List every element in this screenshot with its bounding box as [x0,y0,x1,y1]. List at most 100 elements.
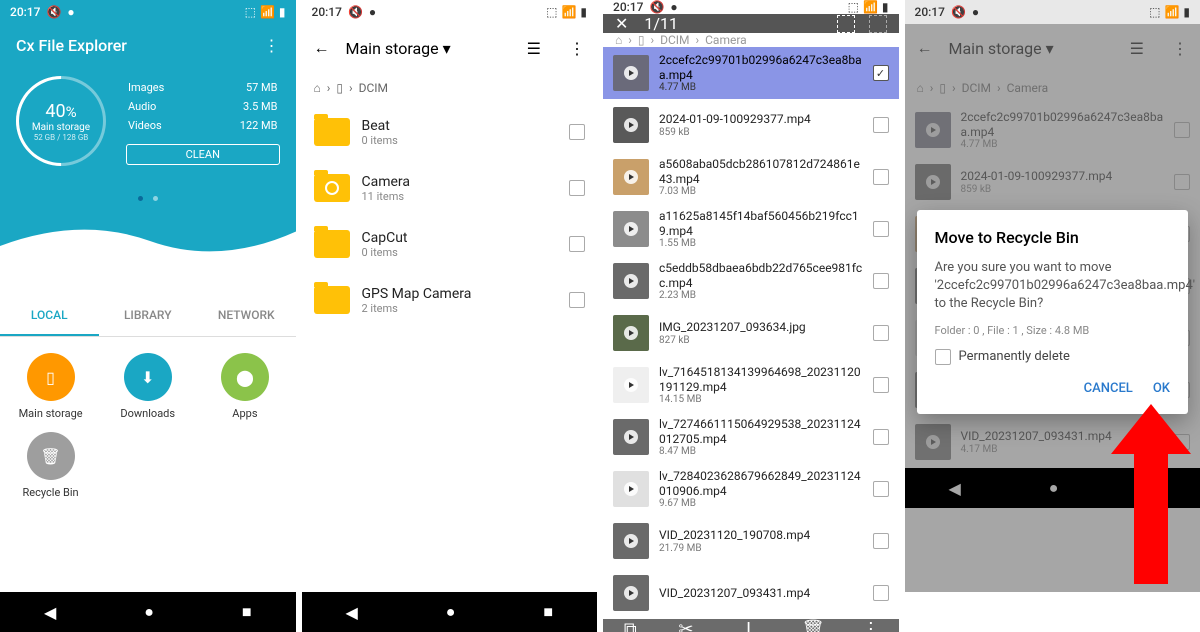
clean-button[interactable]: CLEAN [126,144,280,165]
nav-home-icon[interactable]: ● [446,602,456,622]
action-more[interactable]: ⋮More [859,619,882,632]
action-bar: ⧉Copy ✂Move IRename 🗑Delete ⋮More [603,619,899,632]
file-name: 2024-01-09-100929377.mp4 [659,112,863,126]
action-copy[interactable]: ⧉Copy [619,619,642,632]
cursor-icon: I [746,619,751,632]
shortcut-apps[interactable]: ⬤Apps [202,353,287,420]
checkbox[interactable] [873,377,889,393]
annotation-arrow [1106,404,1196,584]
toolbar-title[interactable]: Main storage ▾ [346,39,511,58]
file-row[interactable]: VID_20231207_093431.mp4 [603,567,899,619]
file-row[interactable]: VID_20231120_190708.mp421.79 MB [603,515,899,567]
download-icon: ⬇ [124,353,172,401]
battery-icon: ▮ [1183,5,1190,19]
checkbox[interactable] [873,429,889,445]
storage-icon[interactable]: ▯ [336,81,343,95]
checkbox[interactable] [935,349,951,365]
scissors-icon: ✂ [678,619,693,632]
checkbox[interactable] [873,221,889,237]
ok-button[interactable]: OK [1153,381,1170,396]
shortcut-recycle-bin[interactable]: 🗑Recycle Bin [8,432,93,499]
permanent-delete-option[interactable]: Permanently delete [935,349,1171,365]
back-icon[interactable]: ← [314,38,330,58]
storage-gauge[interactable]: 40% Main storage 52 GB / 128 GB [16,76,106,166]
folder-row[interactable]: GPS Map Camera2 items [302,272,598,328]
nav-home-icon[interactable]: ● [144,602,154,622]
checkbox[interactable] [873,117,889,133]
checkbox[interactable] [873,169,889,185]
folder-row[interactable]: CapCut0 items [302,216,598,272]
play-icon [624,326,638,340]
folder-row[interactable]: Beat0 items [302,104,598,160]
trash-icon: 🗑 [27,432,75,480]
selection-count: 1/11 [644,14,678,33]
checkbox[interactable] [569,124,585,140]
nav-back-icon[interactable]: ◀ [345,603,357,622]
file-size: 7.03 MB [659,186,863,197]
shortcut-downloads[interactable]: ⬇Downloads [105,353,190,420]
checkbox[interactable] [873,585,889,601]
tab-local[interactable]: LOCAL [0,296,99,336]
breadcrumb-dcim[interactable]: DCIM [359,81,388,95]
file-row[interactable]: lv_7274661115064929538_20231124012705.mp… [603,411,899,463]
folder-icon [314,230,350,258]
action-delete[interactable]: 🗑Delete [799,619,827,632]
file-row[interactable]: 2ccefc2c99701b02996a6247c3ea8baa.mp44.77… [603,47,899,99]
more-icon[interactable]: ⋮ [569,39,585,58]
file-row[interactable]: IMG_20231207_093634.jpg827 kB [603,307,899,359]
checkbox[interactable] [873,65,889,81]
delete-dialog: Move to Recycle Bin Are you sure you wan… [917,210,1189,414]
select-all-icon[interactable] [837,15,855,33]
file-thumbnail [613,315,649,351]
page-indicator [16,186,280,205]
breadcrumb[interactable]: ⌂ › ▯ › DCIM [302,72,598,104]
file-row[interactable]: c5eddb58dbaea6bdb22d765cee981fcc.mp42.23… [603,255,899,307]
home-icon[interactable]: ⌂ [314,81,321,95]
checkbox[interactable] [569,292,585,308]
silent-icon: 🔇 [348,5,363,19]
status-time: 20:17 [312,5,342,19]
file-row[interactable]: lv_7284023628679662849_20231124010906.mp… [603,463,899,515]
checkbox[interactable] [569,236,585,252]
action-rename[interactable]: IRename [730,619,767,632]
storage-icon: ▯ [638,33,645,47]
close-icon[interactable]: ✕ [615,14,628,33]
checkbox[interactable] [569,180,585,196]
tab-library[interactable]: LIBRARY [99,296,198,336]
action-move[interactable]: ✂Move [674,619,698,632]
cancel-button[interactable]: CANCEL [1084,381,1133,396]
file-row[interactable]: 2024-01-09-100929377.mp4859 kB [603,99,899,151]
dot-icon: ● [670,0,677,14]
checkbox[interactable] [873,533,889,549]
checkbox[interactable] [873,325,889,341]
tab-network[interactable]: NETWORK [197,296,296,336]
checkbox[interactable] [873,273,889,289]
signal-icon: 📶 [1164,5,1179,19]
file-row[interactable]: a5608aba05dcb286107812d724861e43.mp47.03… [603,151,899,203]
play-icon [624,222,638,236]
checkbox[interactable] [873,481,889,497]
more-icon[interactable]: ⋮ [264,36,280,55]
file-size: 1.55 MB [659,238,863,249]
screen-3-selection: 20:17🔇● ⬚📶▮ ✕ 1/11 ⌂ › ▯ › DCIM › Camera… [603,0,899,632]
select-none-icon[interactable] [869,15,887,33]
folder-row[interactable]: Camera11 items [302,160,598,216]
file-name: a5608aba05dcb286107812d724861e43.mp4 [659,157,863,186]
file-size: 9.67 MB [659,498,863,509]
file-row[interactable]: lv_7164518134139964698_20231120191129.mp… [603,359,899,411]
file-name: 2ccefc2c99701b02996a6247c3ea8baa.mp4 [659,53,863,82]
file-size: 14.15 MB [659,394,863,405]
phone-icon: ▯ [27,353,75,401]
play-icon [624,170,638,184]
nav-back-icon[interactable]: ◀ [44,603,56,622]
view-list-icon[interactable]: ☰ [527,39,541,58]
screen-2-folder: 20:17🔇● ⬚📶▮ ← Main storage ▾ ☰ ⋮ ⌂ › ▯ ›… [302,0,598,632]
nav-recent-icon[interactable]: ■ [242,602,252,622]
dialog-title: Move to Recycle Bin [935,228,1171,247]
file-thumbnail [613,419,649,455]
nav-recent-icon[interactable]: ■ [543,602,553,622]
play-icon [624,118,638,132]
file-name: IMG_20231207_093634.jpg [659,320,863,334]
file-row[interactable]: a11625a8145f14baf560456b219fcc19.mp41.55… [603,203,899,255]
shortcut-main-storage[interactable]: ▯Main storage [8,353,93,420]
